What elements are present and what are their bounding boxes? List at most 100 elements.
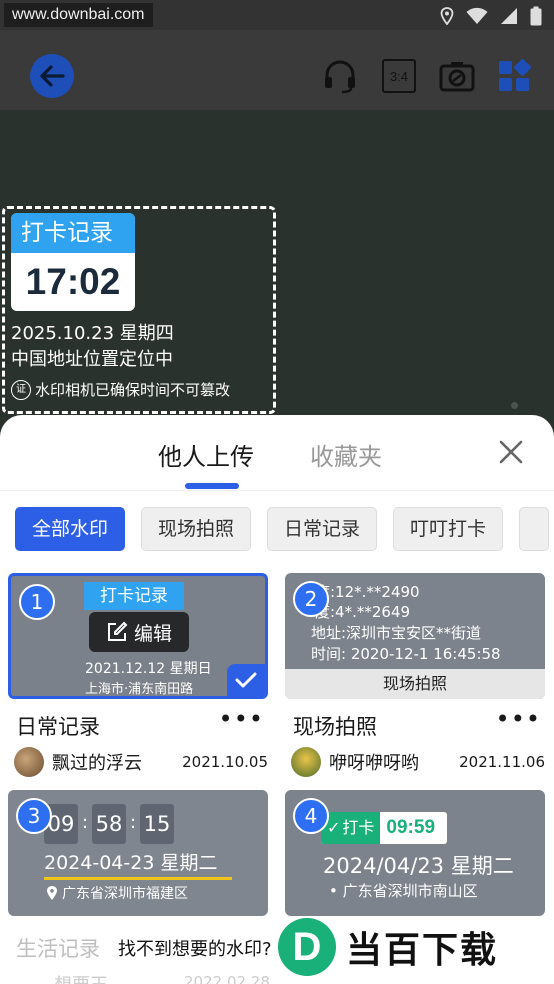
template-title: 现场拍照 [293,715,377,739]
watermark-sheet: 他人上传 收藏夹 全部水印 现场拍照 日常记录 叮叮打卡 打卡记录 编辑 202… [0,415,554,984]
upload-date: 2021.10.05 [182,753,268,771]
thumb-date: 2024-04-23 星期二 [44,852,218,874]
aspect-ratio-icon: 3:4 [382,59,416,93]
watermark-date: 2025.10.23 星期四 [11,323,174,344]
battery-icon [530,6,542,26]
site-watermark: www.downbai.com [4,3,153,27]
watermark-secure-text: 水印相机已确保时间不可篡改 [35,381,231,399]
thumb-date: 2024/04/23 星期二 [323,854,514,878]
certificate-seal-icon: 证 [11,379,31,400]
thumb-location: 广东省深圳市南山区 [342,882,478,900]
active-tab-indicator [185,483,239,489]
upload-date: 2021.11.06 [459,753,545,771]
watermark-card: 打卡记录 17:02 [11,213,135,311]
template-card-3[interactable]: 09 : 58 : 15 2024-04-23 星期二 广东省深圳市福建区 3 [8,790,268,916]
more-options-button[interactable]: ••• [219,705,264,733]
next-template-title: 生活记录 [16,937,100,961]
chip-all-watermarks[interactable]: 全部水印 [15,507,126,551]
thumb-checkin-tag: ✓ 打卡 [321,812,381,844]
avatar [14,747,44,777]
watermark-preview[interactable]: 打卡记录 17:02 2025.10.23 星期四 中国地址位置定位中 证 水印… [2,206,276,414]
watermark-secure-line: 证 水印相机已确保时间不可篡改 [11,379,230,400]
headset-icon [325,60,355,94]
checkmark-icon [235,672,257,688]
tab-others-upload[interactable]: 他人上传 [158,437,254,472]
check-icon: ✓ [327,818,341,837]
template-thumbnail[interactable]: ✓ 打卡 09:59 2024/04/23 星期二 • 广东省深圳市南山区 4 [285,790,545,916]
site-logo: D 当百下载 [278,915,554,979]
tab-favorites[interactable]: 收藏夹 [310,437,382,472]
chip-daily-record[interactable]: 日常记录 [267,507,378,551]
chip-more-partial[interactable] [519,507,550,551]
thumb-longitude: 度:4*.**2649 [315,603,411,621]
watermark-header: 打卡记录 [11,213,135,253]
thumb-divider [44,877,232,880]
chip-dingding-checkin[interactable]: 叮叮打卡 [393,507,504,551]
clock-minutes: 58 [92,804,126,844]
template-thumbnail[interactable]: 打卡记录 编辑 2021.12.12 星期日 上海市·浦东南田路 1 [8,573,268,699]
template-author-row: 飘过的浮云 2021.10.05 [14,745,268,779]
thumb-checkin-header: 打卡记录 [84,582,184,610]
headset-button[interactable] [320,56,360,96]
page-indicator-dot [511,402,518,409]
author-name: 飘过的浮云 [52,753,142,774]
status-icons [440,6,542,26]
clock-separator: : [82,812,89,833]
thumb-time: 时间: 2020-12-1 16:45:58 [311,645,501,663]
template-number-badge: 1 [19,584,55,620]
category-chips: 全部水印 现场拍照 日常记录 叮叮打卡 [15,507,550,551]
thumb-footer-label: 现场拍照 [285,669,545,699]
thumb-address: 上海市·浦东南田路 [85,682,194,697]
logo-text: 当百下载 [346,930,499,971]
clock-separator: : [130,812,137,833]
thumb-location-line: • 广东省深圳市南山区 [329,882,478,900]
template-card-4[interactable]: ✓ 打卡 09:59 2024/04/23 星期二 • 广东省深圳市南山区 4 [285,790,545,916]
thumb-tag-label: 打卡 [342,818,375,837]
author-name: 咿呀咿呀哟 [329,753,419,774]
thumb-checkin-badge: ✓ 打卡 09:59 [321,812,447,844]
more-options-button[interactable]: ••• [496,705,541,733]
close-button[interactable] [496,437,526,467]
thumb-checkin-time: 09:59 [386,817,436,838]
edit-label: 编辑 [133,622,172,645]
next-template-author: 想要王 [54,971,108,984]
missing-watermark-hint[interactable]: 找不到想要的水印? [118,935,272,961]
next-template-date: 2022.02.28 [184,973,270,984]
avatar [291,747,321,777]
thumb-address: 地址:深圳市宝安区**街道 [311,624,482,642]
template-title: 日常记录 [16,715,100,739]
close-icon [499,440,523,464]
template-thumbnail[interactable]: 度:12*.**2490 度:4*.**2649 地址:深圳市宝安区**街道 时… [285,573,545,699]
template-thumbnail[interactable]: 09 : 58 : 15 2024-04-23 星期二 广东省深圳市福建区 3 [8,790,268,916]
thumb-date: 2021.12.12 星期日 [85,661,212,677]
selected-check [227,664,265,696]
signal-icon [501,8,517,24]
template-author-row: 咿呀咿呀哟 2021.11.06 [291,745,545,779]
location-icon [440,7,454,25]
logo-d-icon: D [278,918,336,976]
template-number-badge: 2 [293,581,329,617]
grid-menu-button[interactable] [494,56,534,96]
sheet-tabs: 他人上传 收藏夹 [0,415,554,491]
aspect-ratio-button[interactable]: 3:4 [379,56,419,96]
camera-preview[interactable]: 打卡记录 17:02 2025.10.23 星期四 中国地址位置定位中 证 水印… [0,110,554,430]
template-number-badge: 4 [293,798,329,834]
thumb-location-line: 广东省深圳市福建区 [46,883,188,903]
camera-toolbar: 3:4 [0,30,554,110]
grid-apps-icon [499,59,531,91]
edit-icon [107,621,128,641]
template-card-2[interactable]: 度:12*.**2490 度:4*.**2649 地址:深圳市宝安区**街道 时… [285,573,545,777]
clock-seconds: 15 [140,804,174,844]
status-bar: www.downbai.com [0,0,554,30]
thumb-location: 广东省深圳市福建区 [62,886,188,902]
camera-switch-icon [439,62,475,92]
back-button[interactable] [30,54,74,98]
arrow-left-icon [40,65,65,87]
camera-switch-button[interactable] [437,56,477,96]
template-card-1[interactable]: 打卡记录 编辑 2021.12.12 星期日 上海市·浦东南田路 1 日常记录 … [8,573,268,777]
chip-onsite-photo[interactable]: 现场拍照 [141,507,252,551]
edit-button[interactable]: 编辑 [89,612,189,652]
location-pin-icon [47,886,57,900]
watermark-time: 17:02 [25,261,121,302]
watermark-location: 中国地址位置定位中 [11,349,173,370]
